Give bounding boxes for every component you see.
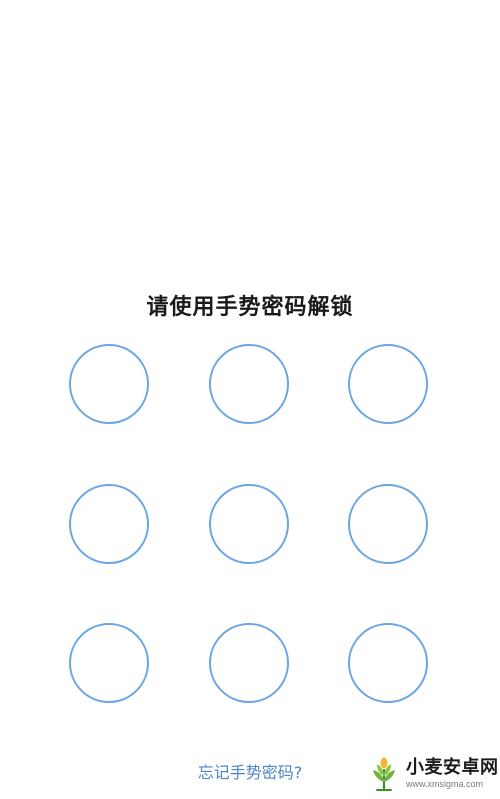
wheat-plant-icon — [373, 757, 395, 792]
pattern-dot-9[interactable] — [348, 623, 428, 703]
pattern-dot-3[interactable] — [348, 344, 428, 424]
pattern-dot-4[interactable] — [69, 484, 149, 564]
gesture-pattern-grid[interactable] — [69, 344, 431, 706]
watermark-site-name: 小麦安卓网 — [406, 757, 499, 778]
watermark-site-url: www.xmsigma.com — [406, 779, 484, 789]
pattern-dot-7[interactable] — [69, 623, 149, 703]
unlock-prompt-title: 请使用手势密码解锁 — [146, 295, 354, 320]
pattern-dot-2[interactable] — [209, 344, 289, 424]
site-watermark: 小麦安卓网 www.xmsigma.com — [366, 753, 498, 795]
pattern-dot-8[interactable] — [209, 623, 289, 703]
gesture-lock-screen: 请使用手势密码解锁 忘记手势密码? 小麦安卓网 www.xmsigma.com — [0, 0, 500, 799]
watermark-text: 小麦安卓网 www.xmsigma.com — [406, 759, 499, 789]
pattern-dot-6[interactable] — [348, 484, 428, 564]
pattern-dot-5[interactable] — [209, 484, 289, 564]
pattern-dot-1[interactable] — [69, 344, 149, 424]
